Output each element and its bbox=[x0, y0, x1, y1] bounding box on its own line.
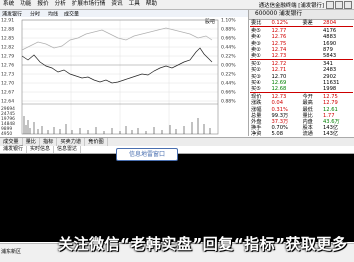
info-window-callout: 信息地雷窗口 bbox=[116, 148, 178, 161]
volume-tick: 4950 bbox=[1, 131, 12, 136]
price-tick: 12.91 bbox=[1, 18, 14, 24]
price-tick: 12.85 bbox=[1, 36, 14, 42]
minimize-button[interactable] bbox=[326, 0, 334, 9]
price-line bbox=[21, 47, 213, 84]
tab-indicator[interactable]: 指标 bbox=[40, 138, 58, 146]
menu-quote[interactable]: 报价 bbox=[34, 0, 51, 9]
menu-bar: 系统 功能 报价 分析 扩展市场行情 资讯 工具 帮助 通达信金融终端 [浦发银… bbox=[0, 0, 354, 10]
price-tick: 12.73 bbox=[1, 72, 14, 78]
tab-buy-sell-force[interactable]: 买卖力道 bbox=[57, 138, 86, 146]
intraday-chart[interactable]: 浦发银行 分时 均线 成交量 股吧 12.91 12.88 12.85 12.8… bbox=[0, 10, 249, 137]
menu-system[interactable]: 系统 bbox=[0, 0, 17, 9]
quote-row[interactable]: 买⑤ 12.68 1998 bbox=[250, 86, 353, 93]
tab-volume[interactable]: 成交量 bbox=[0, 138, 23, 146]
stock-code: 600000 bbox=[255, 11, 278, 17]
tab-volume-ratio[interactable]: 量比 bbox=[23, 138, 40, 146]
price-tick: 12.64 bbox=[1, 99, 14, 105]
window-controls bbox=[326, 0, 354, 9]
info-tab-stock[interactable]: 浦发银行 bbox=[0, 146, 28, 153]
price-tick: 12.76 bbox=[1, 63, 14, 69]
pct-tick: 0.00% bbox=[221, 63, 236, 69]
close-button[interactable] bbox=[344, 0, 352, 9]
pct-tick: 0.22% bbox=[221, 54, 236, 60]
pct-tick: 0.44% bbox=[221, 81, 236, 87]
volume-bars bbox=[23, 116, 211, 134]
menu-help[interactable]: 帮助 bbox=[143, 0, 160, 9]
pct-tick: 0.88% bbox=[221, 27, 236, 33]
price-tick: 12.88 bbox=[1, 27, 14, 33]
menu-info[interactable]: 资讯 bbox=[108, 0, 125, 9]
price-axis-labels: 12.91 12.88 12.85 12.82 12.79 12.76 12.7… bbox=[1, 18, 14, 105]
window-title: 通达信金融终端 [浦发银行] bbox=[258, 2, 324, 9]
pct-axis-labels: 1.10% 0.88% 0.66% 0.44% 0.22% 0.00% 0.22… bbox=[221, 18, 236, 105]
info-tab-realtime[interactable]: 实时信息 bbox=[27, 146, 55, 153]
price-tick: 12.67 bbox=[1, 90, 14, 96]
menu-tools[interactable]: 工具 bbox=[126, 0, 143, 9]
menu-function[interactable]: 功能 bbox=[17, 0, 34, 9]
quote-row[interactable]: 卖① 12.73 5843 bbox=[250, 53, 353, 60]
maximize-button[interactable] bbox=[335, 0, 343, 9]
promo-watermark: 关注微信“老韩实盘”回复“指标”获取更多 bbox=[58, 235, 348, 253]
pct-tick: 0.44% bbox=[221, 45, 236, 51]
chart-header-stock: 浦发银行 bbox=[2, 11, 22, 18]
pct-tick: 0.66% bbox=[221, 36, 236, 42]
chart-header-period: 分时 bbox=[30, 11, 40, 18]
pct-tick: 0.22% bbox=[221, 72, 236, 78]
price-tick: 12.82 bbox=[1, 45, 14, 51]
price-tick: 12.70 bbox=[1, 81, 14, 87]
pct-tick: 0.66% bbox=[221, 90, 236, 96]
quote-table: 委比 0.12% 委差 2804 卖⑤ 12.77 4176 卖④ 12.76 4883 卖③… bbox=[250, 20, 353, 138]
pct-tick: 0.88% bbox=[221, 99, 236, 105]
volume-axis-labels: 29694 24745 19796 14848 9899 4950 bbox=[1, 106, 15, 137]
avg-price-line bbox=[21, 27, 213, 51]
info-mine-window: 浦发银行 实时信息 信息雷达 信息地雷窗口 bbox=[0, 146, 354, 242]
price-tick: 12.79 bbox=[1, 54, 14, 60]
menu-extended-market[interactable]: 扩展市场行情 bbox=[69, 0, 109, 9]
chart-header-mode: 均线 bbox=[48, 11, 58, 18]
info-content-area[interactable] bbox=[0, 154, 354, 242]
intraday-chart-svg: 浦发银行 分时 均线 成交量 股吧 12.91 12.88 12.85 12.8… bbox=[0, 10, 248, 137]
stock-name: 浦发银行 bbox=[278, 11, 303, 17]
quote-panel: 600000 浦发银行 委比 0.12% 委差 2804 卖⑤ 12.77 4176 卖④… bbox=[249, 10, 354, 138]
menu-analysis[interactable]: 分析 bbox=[52, 0, 69, 9]
chart-header-volume: 成交量 bbox=[64, 11, 79, 18]
status-left-text: 浦东新区 bbox=[1, 249, 22, 255]
tab-auction-chart[interactable]: 竞价图 bbox=[85, 138, 108, 146]
info-tab-radar[interactable]: 信息雷达 bbox=[54, 146, 82, 153]
price-grid bbox=[22, 19, 218, 134]
pct-tick: 1.10% bbox=[221, 18, 236, 24]
quote-row: 委比 0.12% 委差 2804 bbox=[251, 20, 337, 26]
quote-panel-header: 600000 浦发银行 bbox=[249, 10, 354, 20]
